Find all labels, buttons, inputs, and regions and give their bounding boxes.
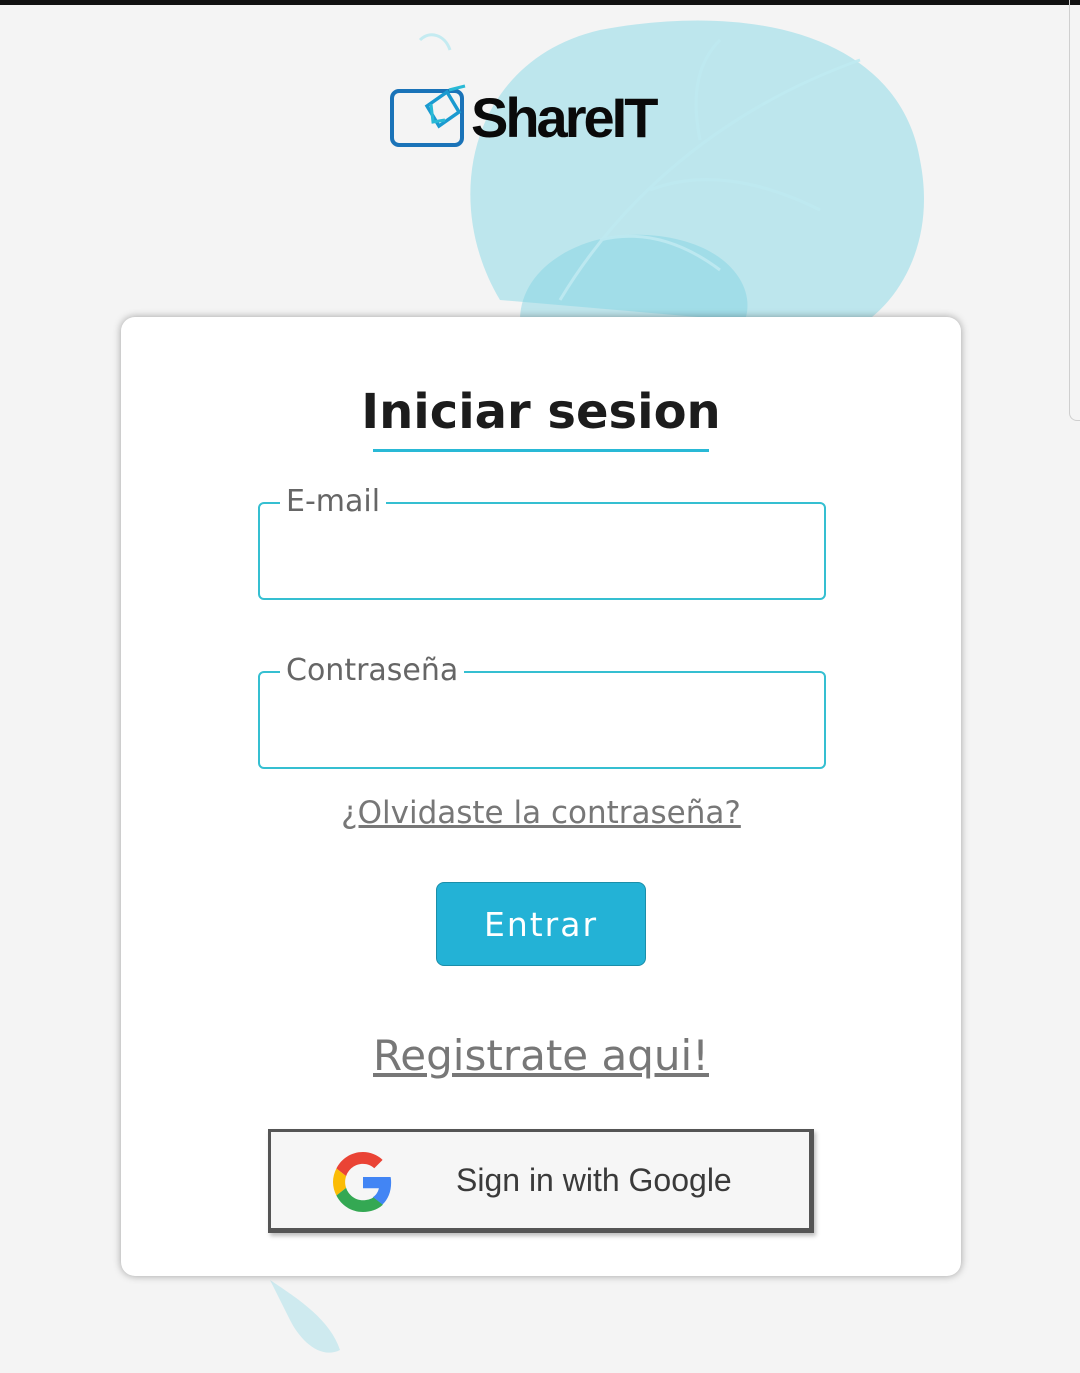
password-input[interactable] [260,673,824,767]
register-link[interactable]: Registrate aqui! [121,1029,961,1083]
google-signin-button[interactable]: Sign in with Google [268,1129,814,1233]
forgot-password-link[interactable]: ¿Olvidaste la contraseña? [121,793,961,833]
shareit-logo-icon [390,84,466,147]
page-title: Iniciar sesion [361,384,721,440]
login-card: Iniciar sesion E-mail Contraseña ¿Olvida… [121,317,961,1276]
google-g-icon [333,1152,392,1212]
email-input[interactable] [260,504,824,598]
scroll-indicator [1069,0,1080,421]
google-signin-label: Sign in with Google [456,1162,732,1198]
brand-name: ShareIT [471,86,658,149]
login-button[interactable]: Entrar [436,882,646,966]
email-field: E-mail [258,482,826,600]
shareit-logo: ShareIT [389,78,709,158]
title-underline [373,449,709,452]
password-field: Contraseña [258,651,826,769]
